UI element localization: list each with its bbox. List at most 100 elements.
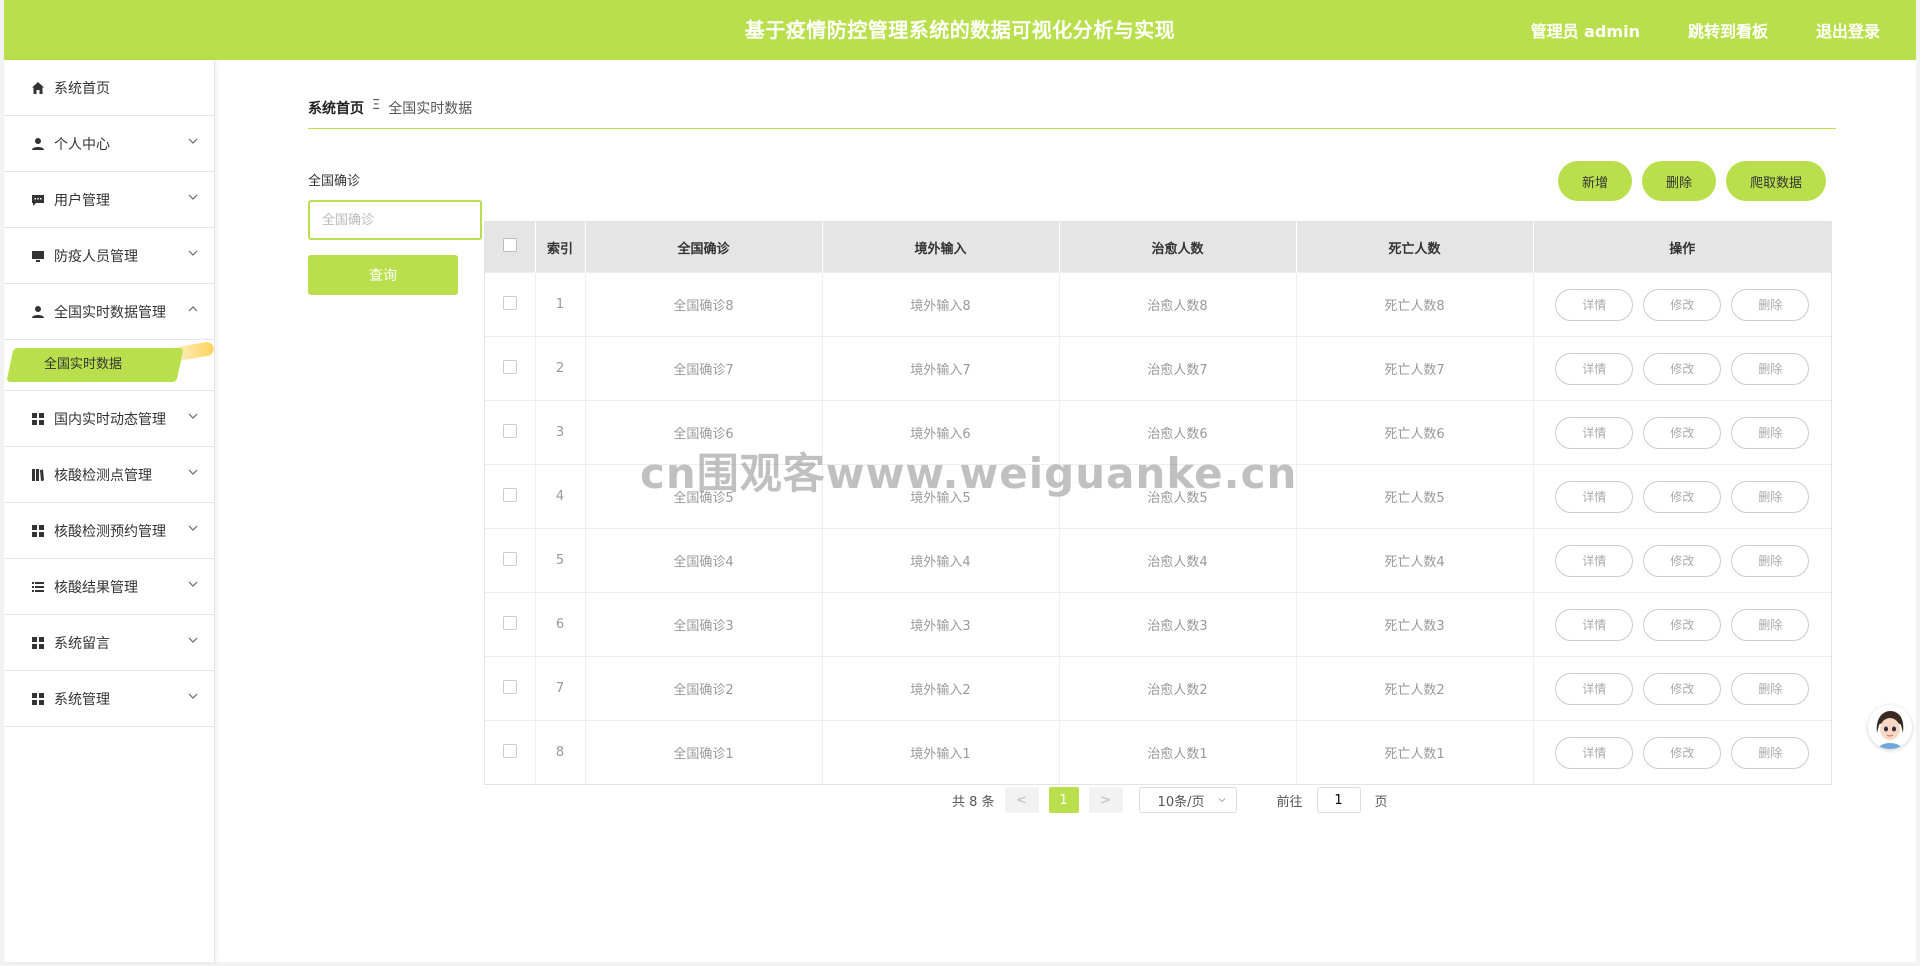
chevron-down-icon xyxy=(1218,798,1226,803)
edit-button[interactable]: 修改 xyxy=(1643,288,1722,321)
column-header: 操作 xyxy=(1533,222,1831,273)
query-button[interactable]: 查询 xyxy=(308,255,458,295)
breadcrumb-home[interactable]: 系统首页 xyxy=(308,98,364,118)
sidebar-item-test-booking[interactable]: 核酸检测预约管理 xyxy=(4,503,214,559)
sidebar-item-users[interactable]: 用户管理 xyxy=(4,172,214,228)
row-delete-button[interactable]: 删除 xyxy=(1731,352,1810,385)
assistant-avatar[interactable] xyxy=(1868,705,1912,749)
crawl-data-button[interactable]: 爬取数据 xyxy=(1725,161,1826,201)
sidebar-item-test-results[interactable]: 核酸结果管理 xyxy=(4,559,214,615)
chevron-down-icon xyxy=(188,194,198,200)
add-button[interactable]: 新增 xyxy=(1557,161,1632,201)
table-cell: 境外输入2 xyxy=(822,656,1060,721)
sidebar-item-label: 系统留言 xyxy=(54,635,110,652)
sidebar-item-label: 全国实时数据管理 xyxy=(54,304,166,321)
edit-button[interactable]: 修改 xyxy=(1643,416,1722,449)
table-cell: 全国确诊8 xyxy=(585,272,823,337)
select-all-checkbox[interactable] xyxy=(502,238,517,252)
table-cell: 6 xyxy=(535,592,586,657)
sidebar-item-test-sites[interactable]: 核酸检测点管理 xyxy=(4,447,214,503)
header-nav: 管理员 admin 跳转到看板 退出登录 xyxy=(1531,0,1880,60)
table-cell: 治愈人数3 xyxy=(1059,592,1297,657)
row-delete-button[interactable]: 删除 xyxy=(1731,416,1810,449)
sidebar-item-domestic-dynamics[interactable]: 国内实时动态管理 xyxy=(4,391,214,447)
table-cell: 境外输入6 xyxy=(822,400,1060,465)
edit-button[interactable]: 修改 xyxy=(1643,544,1722,577)
page-number[interactable]: 1 xyxy=(1048,787,1079,813)
delete-button[interactable]: 删除 xyxy=(1641,161,1716,201)
row-checkbox[interactable] xyxy=(502,295,517,310)
row-actions: 详情 修改 删除 xyxy=(1533,464,1831,529)
chevron-down-icon xyxy=(188,138,198,144)
detail-button[interactable]: 详情 xyxy=(1555,416,1634,449)
table-cell: 治愈人数2 xyxy=(1059,656,1297,721)
sidebar-item-label: 个人中心 xyxy=(54,136,110,153)
prev-page-button[interactable]: < xyxy=(1004,787,1039,813)
table-cell: 2 xyxy=(535,336,586,401)
sidebar-item-home[interactable]: 系统首页 xyxy=(4,60,214,116)
book-icon xyxy=(30,467,46,483)
row-select-cell xyxy=(485,720,536,784)
sidebar-item-national-data[interactable]: 全国实时数据管理 xyxy=(4,284,214,340)
user-icon xyxy=(30,136,46,152)
row-checkbox[interactable] xyxy=(502,615,517,630)
dashboard-link[interactable]: 跳转到看板 xyxy=(1688,18,1768,42)
row-checkbox[interactable] xyxy=(502,487,517,502)
chevron-up-icon xyxy=(188,306,198,312)
next-page-button[interactable]: > xyxy=(1088,787,1123,813)
top-header: 基于疫情防控管理系统的数据可视化分析与实现 管理员 admin 跳转到看板 退出… xyxy=(4,0,1916,60)
row-checkbox[interactable] xyxy=(502,551,517,566)
table-cell: 治愈人数1 xyxy=(1059,720,1297,784)
submenu-national-data: 全国实时数据 xyxy=(4,340,215,391)
page-unit-label: 页 xyxy=(1374,794,1388,810)
row-select-cell xyxy=(485,592,536,657)
table-row: 1 全国确诊8 境外输入8 治愈人数8 死亡人数8 详情 修改 删除 xyxy=(485,272,1831,337)
grid-icon xyxy=(30,635,46,651)
main-content: 系统首页 Ξ 全国实时数据 全国确诊 查询 新增 删除 爬取数据 索引 xyxy=(214,60,1916,962)
submenu-item-national-realtime[interactable]: 全国实时数据 xyxy=(44,340,122,390)
row-delete-button[interactable]: 删除 xyxy=(1731,480,1810,513)
row-delete-button[interactable]: 删除 xyxy=(1731,736,1810,769)
edit-button[interactable]: 修改 xyxy=(1643,608,1722,641)
logout-link[interactable]: 退出登录 xyxy=(1816,18,1880,42)
row-delete-button[interactable]: 删除 xyxy=(1731,608,1810,641)
edit-button[interactable]: 修改 xyxy=(1643,480,1722,513)
detail-button[interactable]: 详情 xyxy=(1555,288,1634,321)
row-checkbox[interactable] xyxy=(502,679,517,694)
row-delete-button[interactable]: 删除 xyxy=(1731,672,1810,705)
detail-button[interactable]: 详情 xyxy=(1555,672,1634,705)
search-label: 全国确诊 xyxy=(308,174,361,189)
sidebar-item-label: 防疫人员管理 xyxy=(54,248,138,265)
row-checkbox[interactable] xyxy=(502,359,517,374)
detail-button[interactable]: 详情 xyxy=(1555,352,1634,385)
page-size-select[interactable]: 10条/页 xyxy=(1138,787,1237,813)
sidebar-item-messages[interactable]: 系统留言 xyxy=(4,615,214,671)
row-delete-button[interactable]: 删除 xyxy=(1731,288,1810,321)
sidebar-item-label: 系统首页 xyxy=(54,80,110,97)
detail-button[interactable]: 详情 xyxy=(1555,480,1634,513)
detail-button[interactable]: 详情 xyxy=(1555,608,1634,641)
admin-link[interactable]: 管理员 admin xyxy=(1531,18,1640,42)
table-cell: 全国确诊5 xyxy=(585,464,823,529)
detail-button[interactable]: 详情 xyxy=(1555,544,1634,577)
row-actions: 详情 修改 删除 xyxy=(1533,336,1831,401)
row-checkbox[interactable] xyxy=(502,423,517,438)
sidebar-item-system[interactable]: 系统管理 xyxy=(4,671,214,727)
chevron-down-icon xyxy=(188,413,198,419)
edit-button[interactable]: 修改 xyxy=(1643,736,1722,769)
search-input[interactable] xyxy=(308,200,482,240)
edit-button[interactable]: 修改 xyxy=(1643,352,1722,385)
goto-page-input[interactable] xyxy=(1316,787,1361,813)
row-actions: 详情 修改 删除 xyxy=(1533,272,1831,337)
edit-button[interactable]: 修改 xyxy=(1643,672,1722,705)
detail-button[interactable]: 详情 xyxy=(1555,736,1634,769)
sidebar-item-personal[interactable]: 个人中心 xyxy=(4,116,214,172)
sidebar-item-epidemic-staff[interactable]: 防疫人员管理 xyxy=(4,228,214,284)
action-buttons: 新增 删除 爬取数据 xyxy=(1557,161,1826,201)
table-cell: 死亡人数1 xyxy=(1296,720,1534,784)
row-select-cell xyxy=(485,272,536,337)
breadcrumb-separator: Ξ xyxy=(372,98,381,113)
row-checkbox[interactable] xyxy=(502,743,517,758)
row-delete-button[interactable]: 删除 xyxy=(1731,544,1810,577)
table-cell: 全国确诊7 xyxy=(585,336,823,401)
